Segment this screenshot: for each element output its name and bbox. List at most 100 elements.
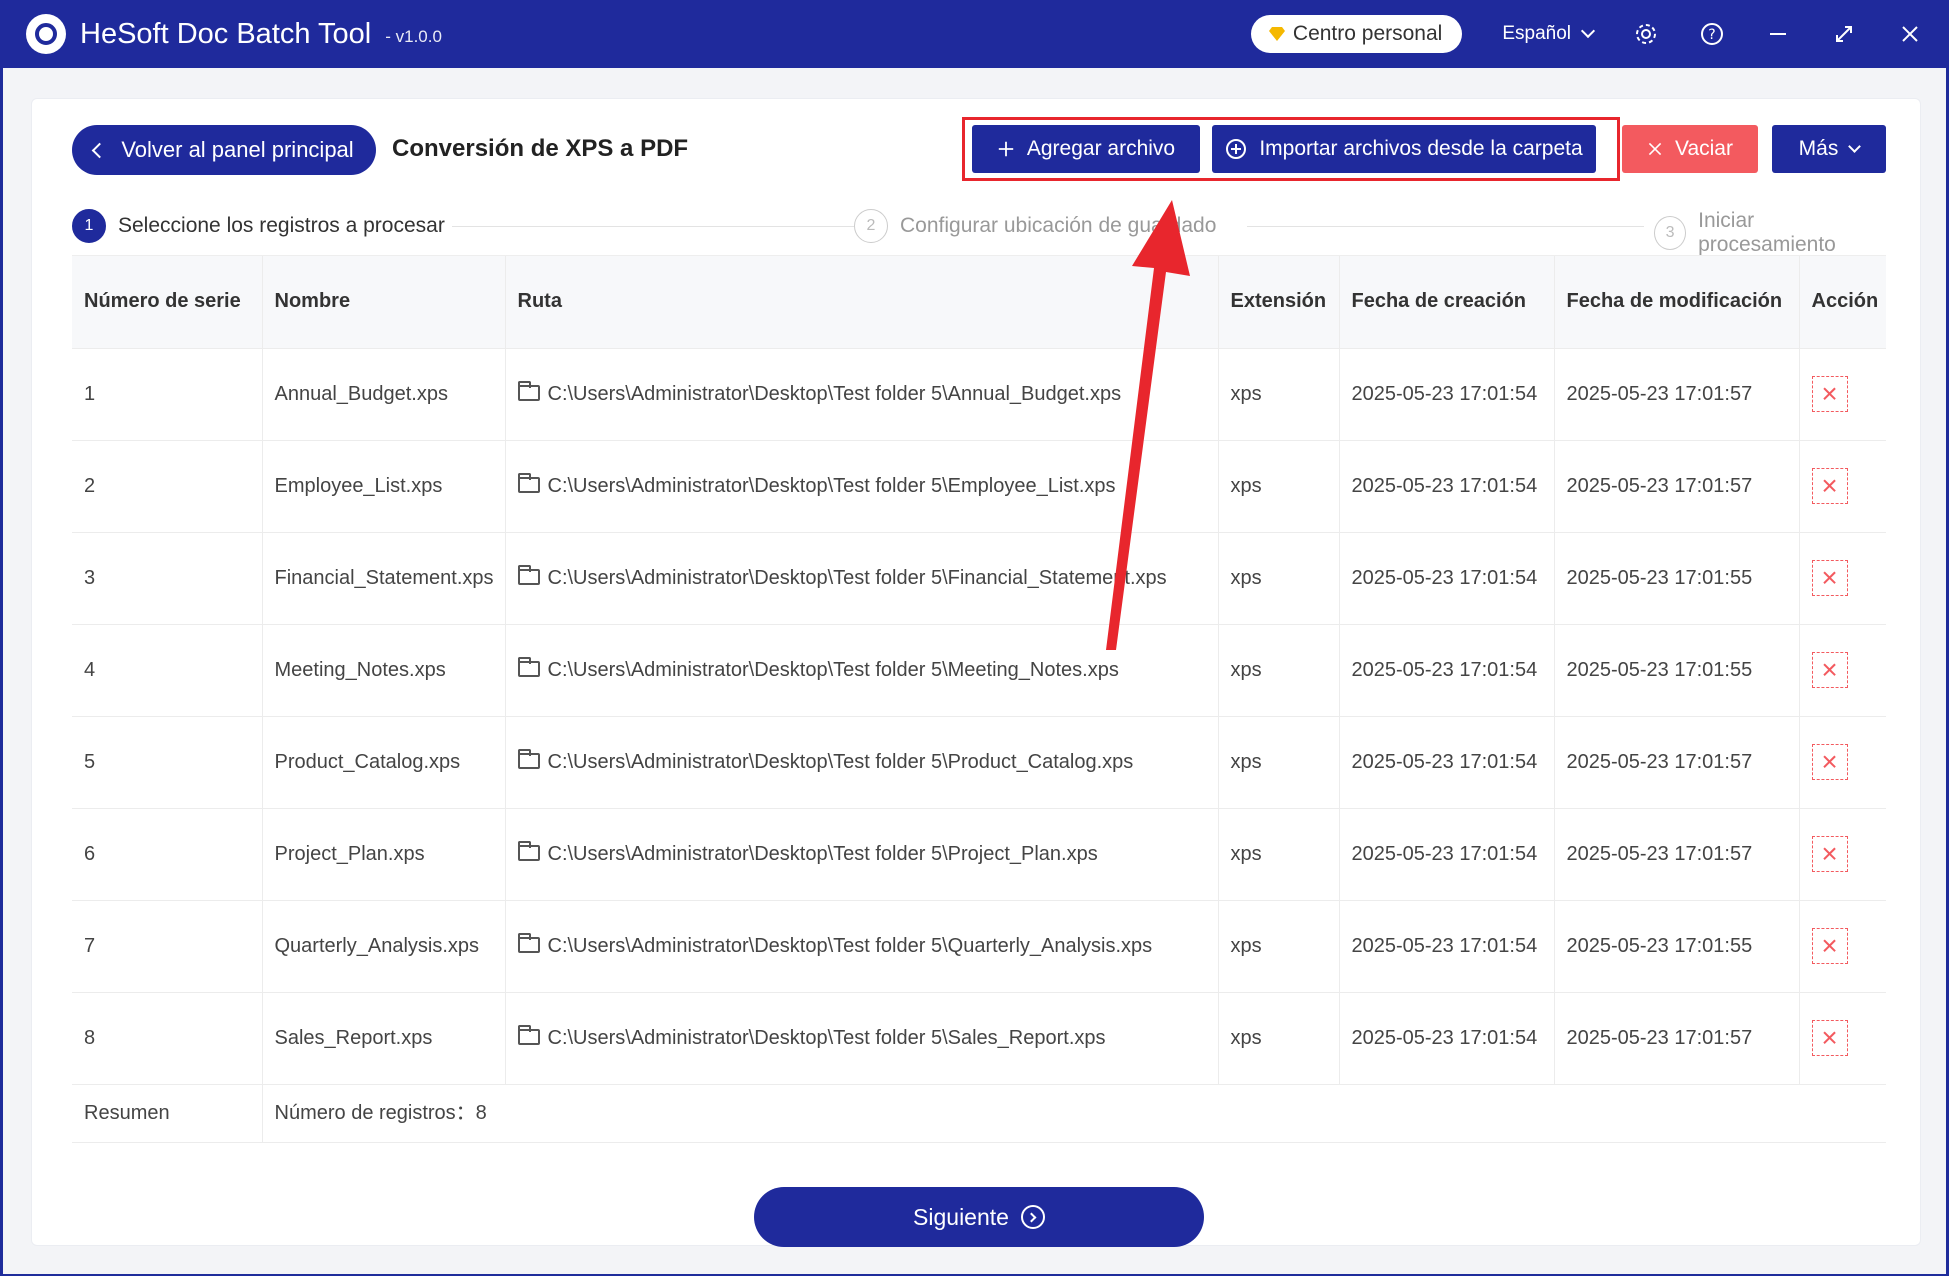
cell-name: Quarterly_Analysis.xps [262,900,506,993]
cell-path: C:\Users\Administrator\Desktop\Test fold… [505,624,1219,717]
col-header-serial[interactable]: Número de serie [72,256,263,349]
back-to-main-button[interactable]: Volver al panel principal [72,125,376,175]
personal-center-label: Centro personal [1292,22,1443,45]
add-file-button[interactable]: Agregar archivo [972,125,1200,173]
chevron-left-icon [92,142,108,158]
delete-x-icon[interactable]: × [1811,560,1848,596]
cell-created: 2025-05-23 17:01:54 [1339,900,1555,993]
cell-path: C:\Users\Administrator\Desktop\Test fold… [505,716,1219,809]
table-row[interactable]: 4 Meeting_Notes.xps C:\Users\Administrator… [72,624,1886,717]
next-label: Siguiente [913,1203,1009,1230]
col-header-name[interactable]: Nombre [262,256,506,349]
cell-name: Employee_List.xps [262,440,506,533]
table-header-row: Número de serie Nombre Ruta Extensión Fe… [72,256,1886,349]
cell-action: × [1799,440,1886,533]
table-row[interactable]: 3 Financial_Statement.xps C:\Users\Adminis… [72,532,1886,625]
cell-created: 2025-05-23 17:01:54 [1339,808,1555,901]
table-row[interactable]: 6 Project_Plan.xps C:\Users\Administrator\… [72,808,1886,901]
cell-path: C:\Users\Administrator\Desktop\Test fold… [505,808,1219,901]
folder-open-icon[interactable] [517,840,540,861]
app-name: HeSoft Doc Batch Tool [80,17,372,50]
page-title: Conversión de XPS a PDF [392,135,689,162]
delete-x-icon[interactable]: × [1811,468,1848,504]
language-label: Español [1502,23,1571,44]
cell-serial: 7 [72,900,263,993]
cell-extension: xps [1218,532,1340,625]
language-select[interactable]: Español [1502,23,1596,45]
content-card: Volver al panel principal Conversión de … [31,98,1921,1247]
main-window: Volver al panel principal Conversión de … [3,68,1946,1274]
maximize-icon[interactable] [1831,21,1857,47]
minimize-icon[interactable] [1765,21,1791,47]
cell-serial: 6 [72,808,263,901]
folder-open-icon[interactable] [517,1024,540,1045]
cell-action: × [1799,992,1886,1085]
col-header-created[interactable]: Fecha de creación [1339,256,1555,349]
cell-name: Meeting_Notes.xps [262,624,506,717]
cell-name: Product_Catalog.xps [262,716,506,809]
col-header-modified[interactable]: Fecha de modificación [1554,256,1800,349]
delete-x-icon[interactable]: × [1811,376,1848,412]
delete-x-icon[interactable]: × [1811,836,1848,872]
folder-open-icon[interactable] [517,932,540,953]
step-label: Iniciar procesamiento [1698,209,1836,256]
table-row[interactable]: 5 Product_Catalog.xps C:\Users\Administrat… [72,716,1886,809]
delete-x-icon[interactable]: × [1811,652,1848,688]
folder-open-icon[interactable] [517,380,540,401]
table-row[interactable]: 2 Employee_List.xps C:\Users\Administrator… [72,440,1886,533]
records-table: Número de serie Nombre Ruta Extensión Fe… [72,255,1886,1143]
import-folder-button[interactable]: Importar archivos desde la carpeta [1212,125,1596,173]
cell-extension: xps [1218,900,1340,993]
cell-action: × [1799,624,1886,717]
delete-x-icon[interactable]: × [1811,744,1848,780]
folder-open-icon[interactable] [517,564,540,585]
folder-open-icon[interactable] [517,472,540,493]
x-icon [1648,142,1662,156]
path-text: C:\Users\Administrator\Desktop\Test fold… [547,842,1098,865]
cell-serial: 3 [72,532,263,625]
cell-modified: 2025-05-23 17:01:55 [1554,532,1800,625]
cell-extension: xps [1218,808,1340,901]
col-header-action: Acción [1799,256,1886,349]
cell-modified: 2025-05-23 17:01:57 [1554,716,1800,809]
app-logo-icon [26,14,66,54]
clear-button[interactable]: Vaciar [1622,125,1758,173]
more-dropdown-button[interactable]: Más [1772,125,1886,173]
personal-center-button[interactable]: Centro personal [1250,15,1463,53]
import-folder-label: Importar archivos desde la carpeta [1259,137,1583,160]
step-number: 1 [72,209,106,243]
table-row[interactable]: 1 Annual_Budget.xps C:\Users\Administrator… [72,348,1886,441]
cell-action: × [1799,716,1886,809]
next-button[interactable]: Siguiente [754,1187,1204,1247]
cell-created: 2025-05-23 17:01:54 [1339,624,1555,717]
settings-gear-icon[interactable] [1633,21,1659,47]
cell-path: C:\Users\Administrator\Desktop\Test fold… [505,532,1219,625]
col-header-extension[interactable]: Extensión [1218,256,1340,349]
summary-label: Resumen [72,1084,263,1143]
delete-x-icon[interactable]: × [1811,928,1848,964]
cell-created: 2025-05-23 17:01:54 [1339,532,1555,625]
table-row[interactable]: 8 Sales_Report.xps C:\Users\Administrator\… [72,992,1886,1085]
path-text: C:\Users\Administrator\Desktop\Test fold… [547,382,1122,405]
cell-name: Sales_Report.xps [262,992,506,1085]
cell-extension: xps [1218,716,1340,809]
add-file-label: Agregar archivo [1026,137,1176,160]
folder-open-icon[interactable] [517,656,540,677]
cell-modified: 2025-05-23 17:01:57 [1554,348,1800,441]
help-icon[interactable]: ? [1699,21,1725,47]
diamond-icon [1268,27,1285,41]
steps-indicator: 1 Seleccione los registros a procesar 2 … [72,209,1886,257]
cell-extension: xps [1218,440,1340,533]
cell-extension: xps [1218,992,1340,1085]
folder-open-icon[interactable] [517,748,540,769]
table-row[interactable]: 7 Quarterly_Analysis.xps C:\Users\Administ… [72,900,1886,993]
delete-x-icon[interactable]: × [1811,1020,1848,1056]
col-header-path[interactable]: Ruta [505,256,1219,349]
plus-circle-icon [1226,139,1247,159]
cell-extension: xps [1218,624,1340,717]
cell-modified: 2025-05-23 17:01:57 [1554,440,1800,533]
cell-path: C:\Users\Administrator\Desktop\Test fold… [505,440,1219,533]
step-1: 1 Seleccione los registros a procesar [72,209,445,243]
close-icon[interactable] [1897,21,1923,47]
cell-serial: 2 [72,440,263,533]
